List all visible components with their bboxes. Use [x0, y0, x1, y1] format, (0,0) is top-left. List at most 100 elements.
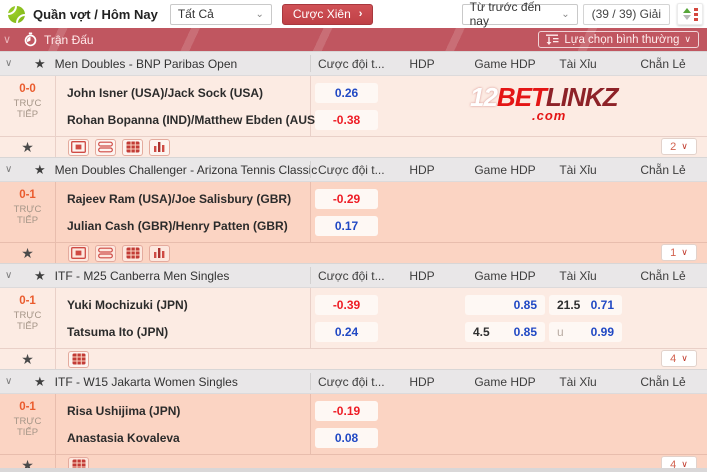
league-header: ∨ ★ Men Doubles - BNP Paribas Open Cược … [0, 51, 707, 76]
chevron-down-icon[interactable]: ∨ [5, 164, 21, 175]
collapse-chevron-icon[interactable]: ∨ [3, 33, 17, 46]
favorite-star-icon[interactable]: ★ [34, 56, 46, 72]
under-indicator: u [557, 325, 564, 339]
time-range-value: Từ trước đến nay [470, 0, 548, 28]
chevron-down-icon: ⌄ [241, 9, 263, 20]
live-label: TRỰC TIẾP [0, 99, 55, 120]
more-bets-dropdown[interactable]: 1 ∨ [661, 244, 697, 261]
betting-page: Quần vợt / Hôm Nay Tất Cả ⌄ Cược Xiên › … [0, 0, 707, 472]
display-mode-label: Lựa chọn bình thường [564, 34, 679, 46]
chevron-down-icon[interactable]: ∨ [5, 376, 21, 387]
match-section: ∨ ★ Men Doubles Challenger - Arizona Ten… [0, 157, 707, 263]
favorite-star-icon[interactable]: ★ [0, 351, 55, 368]
total-line-value: 21.5 [557, 298, 580, 312]
filter-all-value: Tất Cả [178, 7, 214, 21]
column-bet-team: Cược đội t... [318, 269, 385, 283]
more-bets-dropdown[interactable]: 2 ∨ [661, 138, 697, 155]
stats-chart-icon[interactable] [149, 139, 170, 156]
more-bets-dropdown[interactable]: 4 ∨ [661, 350, 697, 367]
chevron-down-icon: ∨ [681, 141, 688, 152]
live-label: TRỰC TIẾP [0, 311, 55, 332]
more-bets-count: 4 [670, 353, 676, 365]
player-row: Rohan Bopanna (IND)/Matthew Ebden (AUS) … [55, 107, 707, 134]
toolbar-right-group: Từ trước đến nay ⌄ (39 / 39) Giải [462, 3, 707, 25]
match-score: 0-1 [0, 295, 55, 307]
match-score: 0-1 [0, 189, 55, 201]
filter-all-select[interactable]: Tất Cả ⌄ [170, 4, 272, 25]
scoreboard-grid-icon[interactable] [68, 351, 89, 368]
league-header: ∨ ★ ITF - W15 Jakarta Women Singles Cược… [0, 369, 707, 394]
match-footer: ★ 4 ∨ [0, 348, 707, 369]
live-video-icon[interactable] [68, 245, 89, 262]
favorite-star-icon[interactable]: ★ [34, 162, 46, 178]
match-body: 0-1 TRỰC TIẾP Rajeev Ram (USA)/Joe Salis… [0, 182, 707, 242]
chevron-down-icon[interactable]: ∨ [5, 270, 21, 281]
column-over-under: Tài Xỉu [559, 375, 596, 389]
league-title: Men Doubles - BNP Paribas Open [55, 57, 238, 71]
tennis-ball-icon [8, 6, 25, 23]
bottom-divider [0, 468, 707, 472]
league-title: ITF - W15 Jakarta Women Singles [55, 375, 238, 389]
chevron-down-icon[interactable]: ∨ [5, 58, 21, 69]
player-name: Julian Cash (GBR)/Henry Patten (GBR) [67, 219, 288, 233]
game-hdp-odds[interactable]: 4.5 0.85 [465, 322, 545, 342]
scoreboard-grid-icon[interactable] [122, 245, 143, 262]
live-video-icon[interactable] [68, 139, 89, 156]
league-count[interactable]: (39 / 39) Giải [583, 4, 670, 25]
odds-value: 0.71 [591, 298, 614, 312]
favorite-star-icon[interactable]: ★ [34, 268, 46, 284]
column-hdp: HDP [409, 163, 434, 177]
time-range-select[interactable]: Từ trước đến nay ⌄ [462, 4, 578, 25]
league-title: Men Doubles Challenger - Arizona Tennis … [55, 163, 318, 177]
match-status-column: 0-1 TRỰC TIẾP [0, 182, 55, 242]
stats-chart-icon[interactable] [149, 245, 170, 262]
column-over-under: Tài Xỉu [559, 57, 596, 71]
moneyline-odds[interactable]: 0.24 [315, 322, 378, 342]
court-view-icon[interactable] [95, 139, 116, 156]
player-name: Anastasia Kovaleva [67, 431, 180, 445]
player-name: Risa Ushijima (JPN) [67, 404, 180, 418]
parlay-button[interactable]: Cược Xiên › [282, 4, 374, 25]
moneyline-odds[interactable]: 0.26 [315, 83, 378, 103]
sort-dots-icon [694, 8, 698, 21]
match-score: 0-0 [0, 83, 55, 95]
match-section: ∨ ★ ITF - W15 Jakarta Women Singles Cược… [0, 369, 707, 472]
more-bets-count: 2 [670, 141, 676, 153]
match-bar: ∨ Trận Đấu Lựa chọn bình thường ∨ [0, 28, 707, 51]
chevron-down-icon: ⌄ [547, 9, 569, 20]
moneyline-odds[interactable]: -0.39 [315, 295, 378, 315]
clock-icon [23, 32, 38, 47]
column-hdp: HDP [409, 57, 434, 71]
more-bets-count: 1 [670, 247, 676, 259]
player-row: Risa Ushijima (JPN) -0.19 [55, 398, 707, 425]
chevron-right-icon: › [359, 8, 363, 20]
handicap-value: 4.5 [473, 325, 490, 339]
favorite-star-icon[interactable]: ★ [0, 139, 55, 156]
column-hdp: HDP [409, 269, 434, 283]
league-title: ITF - M25 Canberra Men Singles [55, 269, 230, 283]
display-mode-button[interactable]: Lựa chọn bình thường ∨ [538, 31, 699, 48]
column-over-under: Tài Xỉu [559, 269, 596, 283]
scoreboard-grid-icon[interactable] [122, 139, 143, 156]
player-name: John Isner (USA)/Jack Sock (USA) [67, 86, 263, 100]
column-odd-even: Chẵn Lẻ [640, 375, 685, 389]
live-label: TRỰC TIẾP [0, 417, 55, 438]
match-status-column: 0-1 TRỰC TIẾP [0, 288, 55, 348]
moneyline-odds[interactable]: 0.17 [315, 216, 378, 236]
moneyline-odds[interactable]: -0.29 [315, 189, 378, 209]
over-under-odds[interactable]: 21.5 0.71 [549, 295, 622, 315]
game-hdp-odds[interactable]: 0.85 [465, 295, 545, 315]
court-view-icon[interactable] [95, 245, 116, 262]
player-row: Yuki Mochizuki (JPN) -0.39 0.85 21.5 0.7… [55, 292, 707, 319]
page-title: Quần vợt / Hôm Nay [33, 7, 158, 22]
chevron-down-icon: ∨ [684, 34, 691, 45]
player-row: Anastasia Kovaleva 0.08 [55, 425, 707, 452]
sort-toggle-icon[interactable] [677, 3, 703, 25]
favorite-star-icon[interactable]: ★ [0, 245, 55, 262]
over-under-odds[interactable]: u 0.99 [549, 322, 622, 342]
favorite-star-icon[interactable]: ★ [34, 374, 46, 390]
moneyline-odds[interactable]: -0.19 [315, 401, 378, 421]
moneyline-odds[interactable]: -0.38 [315, 110, 378, 130]
sort-lines-icon [546, 34, 559, 45]
moneyline-odds[interactable]: 0.08 [315, 428, 378, 448]
